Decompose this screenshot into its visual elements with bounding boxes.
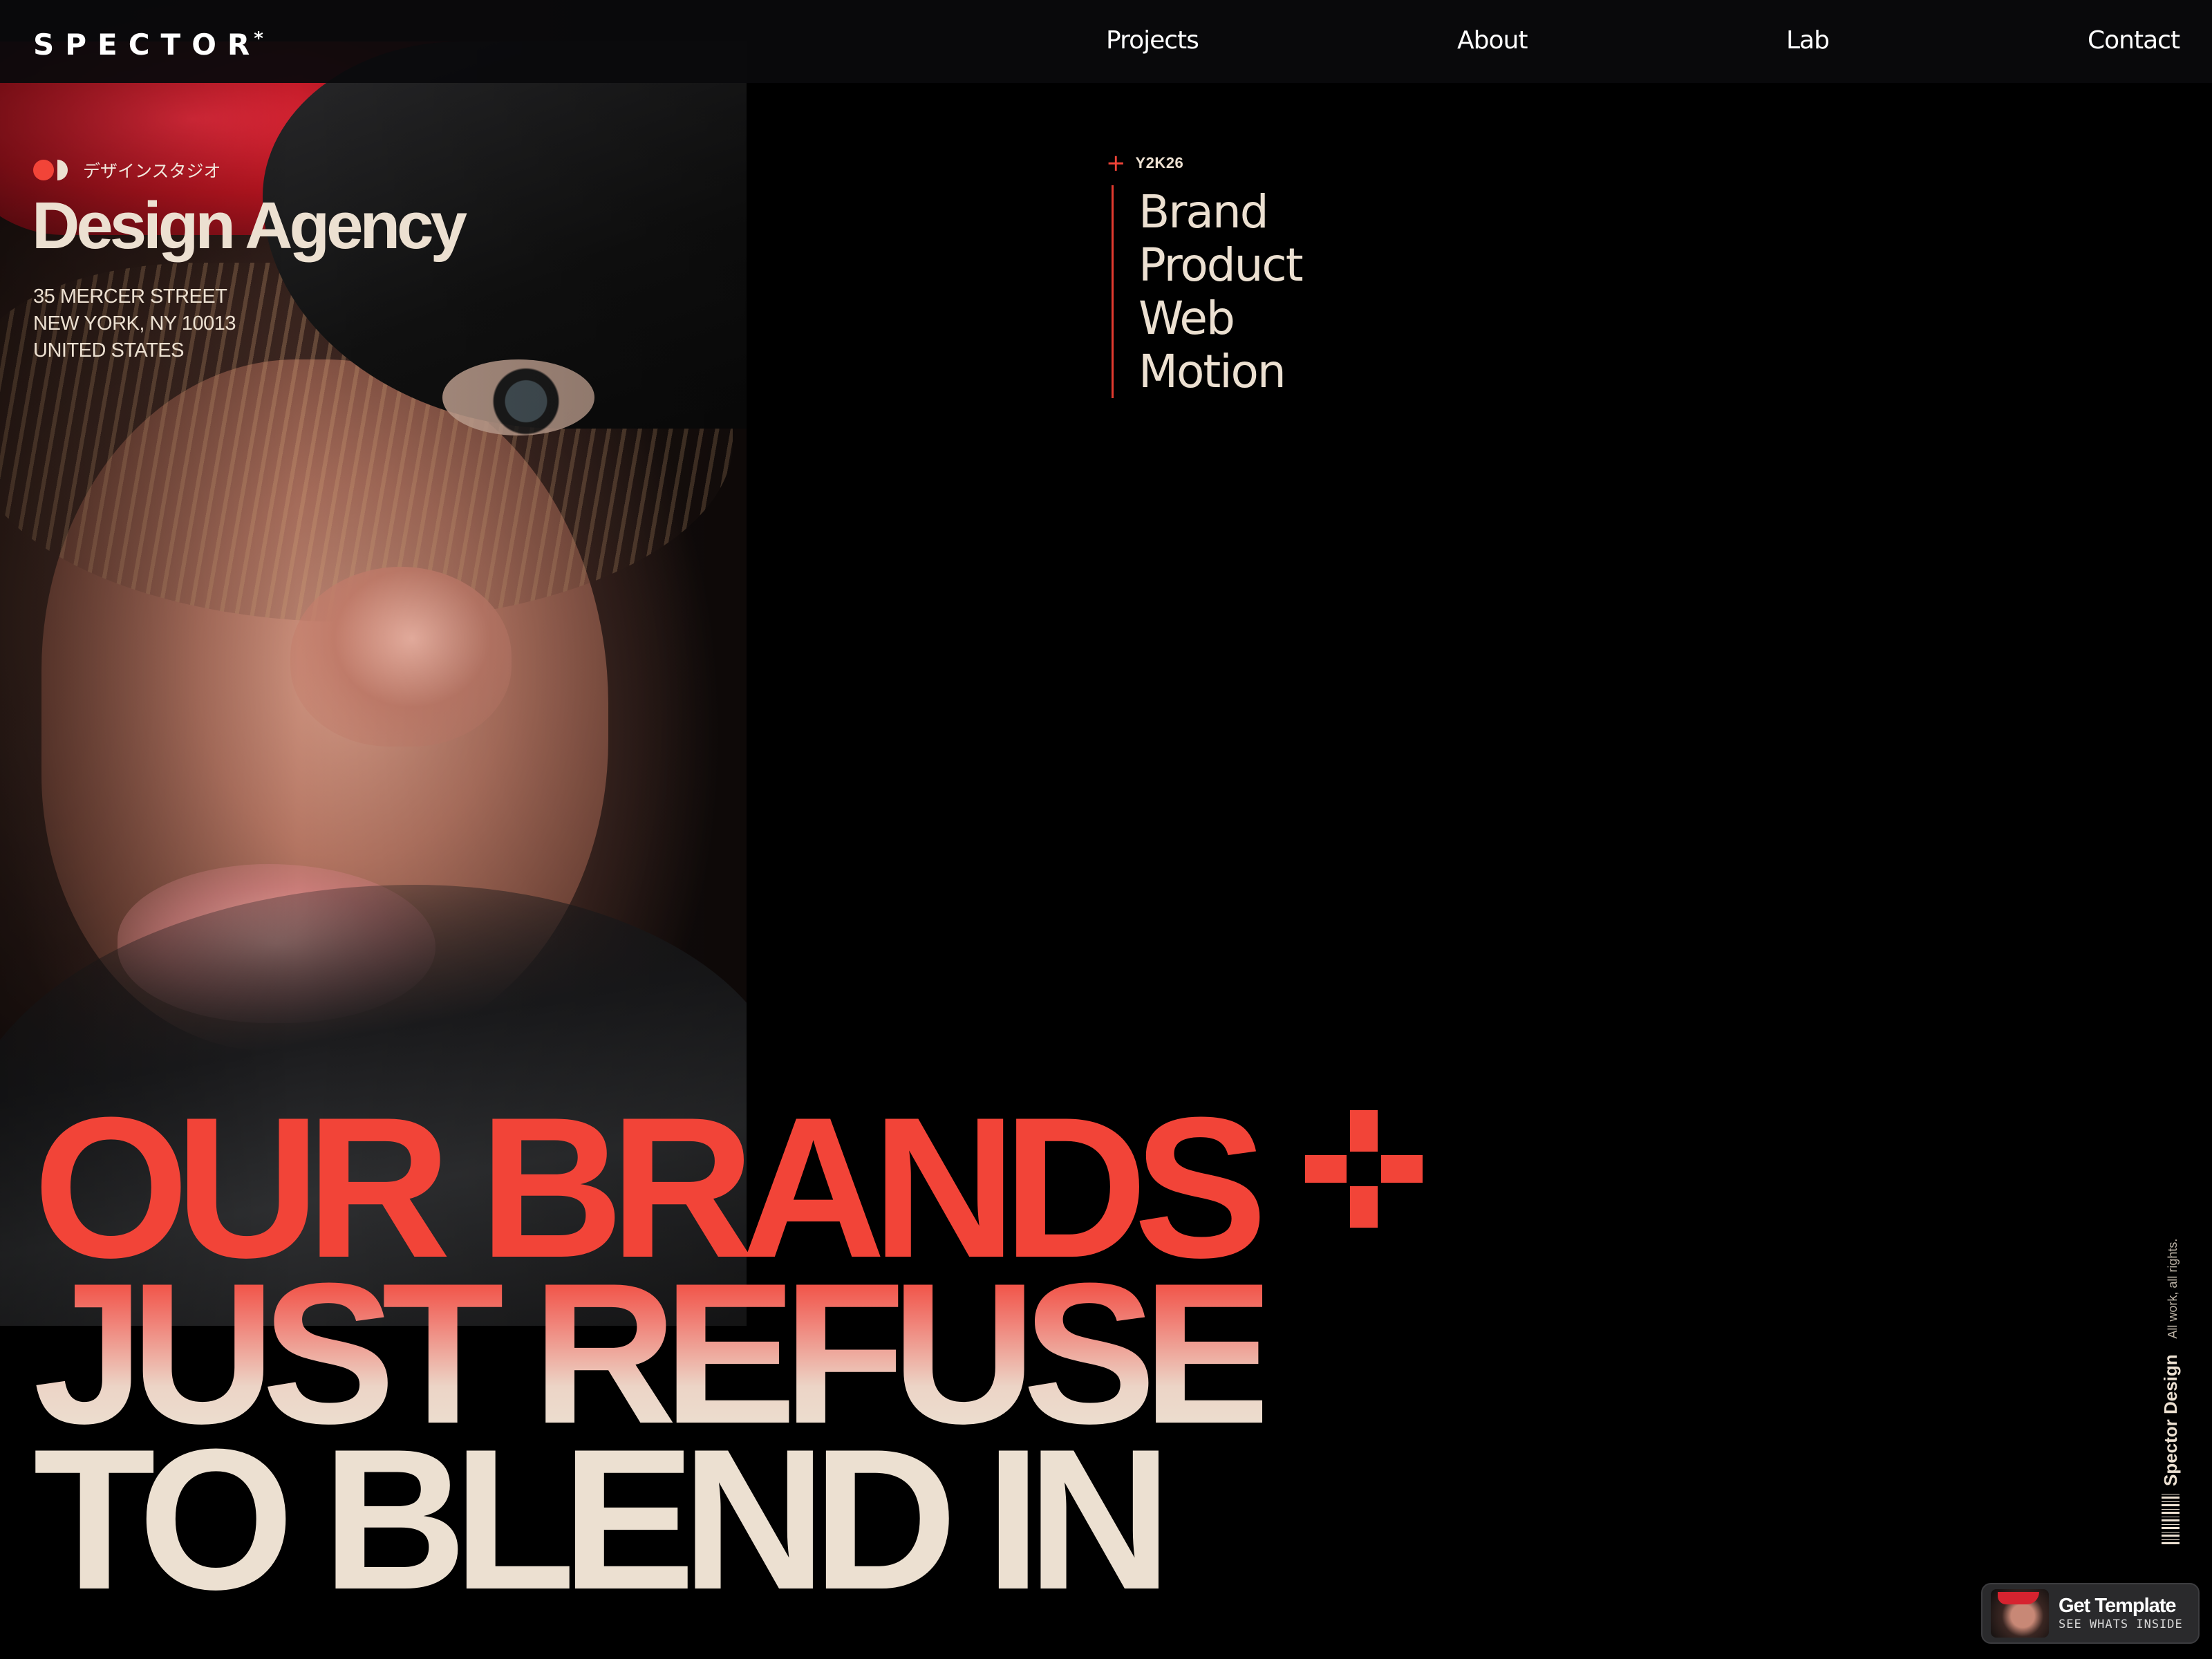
studio-subtitle-row: デザインスタジオ	[33, 158, 221, 182]
service-web[interactable]: Web	[1138, 292, 1302, 345]
half-circle-icon	[47, 160, 68, 180]
headline-line-3: TO BLEND IN	[33, 1407, 1172, 1631]
service-brand[interactable]: Brand	[1138, 185, 1302, 238]
nav-contact[interactable]: Contact	[2088, 26, 2180, 55]
address-line-1: 35 MERCER STREET	[33, 285, 227, 308]
logo[interactable]: SPECTOR*	[33, 28, 263, 62]
year-label: Y2K26	[1135, 154, 1184, 171]
template-subtitle: SEE WHATS INSIDE	[2059, 1618, 2183, 1631]
page: SPECTOR* Projects About Lab Contact デザイン…	[0, 0, 2212, 1659]
template-thumbnail	[1991, 1589, 2049, 1638]
hero-headline: OUR BRANDS JUST REFUSE TO BLEND IN	[33, 1087, 1276, 1631]
nav-lab[interactable]: Lab	[1786, 26, 1830, 55]
template-title: Get Template	[2059, 1595, 2177, 1617]
service-product[interactable]: Product	[1138, 238, 1304, 292]
address-block: 35 MERCER STREET NEW YORK, NY 10013 UNIT…	[33, 283, 236, 364]
nav-about[interactable]: About	[1457, 26, 1528, 55]
studio-subtitle: デザインスタジオ	[83, 161, 221, 181]
plus-icon: +	[1106, 149, 1126, 177]
address-line-2: NEW YORK, NY 10013	[33, 312, 236, 335]
sparkle-star-icon	[1305, 1110, 1423, 1228]
nav-projects[interactable]: Projects	[1106, 26, 1199, 55]
top-nav: SPECTOR* Projects About Lab Contact	[0, 0, 2212, 83]
logo-text: SPECTOR	[33, 28, 261, 62]
get-template-button[interactable]: Get Template SEE WHATS INSIDE	[1981, 1583, 2200, 1644]
year-row: + Y2K26	[1106, 149, 1183, 177]
service-motion[interactable]: Motion	[1138, 345, 1302, 398]
side-brand: Spector Design	[2160, 1354, 2181, 1486]
agency-title: Design Agency	[32, 189, 467, 263]
barcode-icon	[2162, 1492, 2180, 1544]
side-rights: All work, all rights.	[2166, 1238, 2180, 1339]
logo-mark: *	[254, 28, 263, 49]
services-list: Brand Product Web Motion	[1112, 185, 1304, 398]
side-credit: Spector Design All work, all rights.	[2160, 1239, 2182, 1486]
address-line-3: UNITED STATES	[33, 339, 184, 362]
